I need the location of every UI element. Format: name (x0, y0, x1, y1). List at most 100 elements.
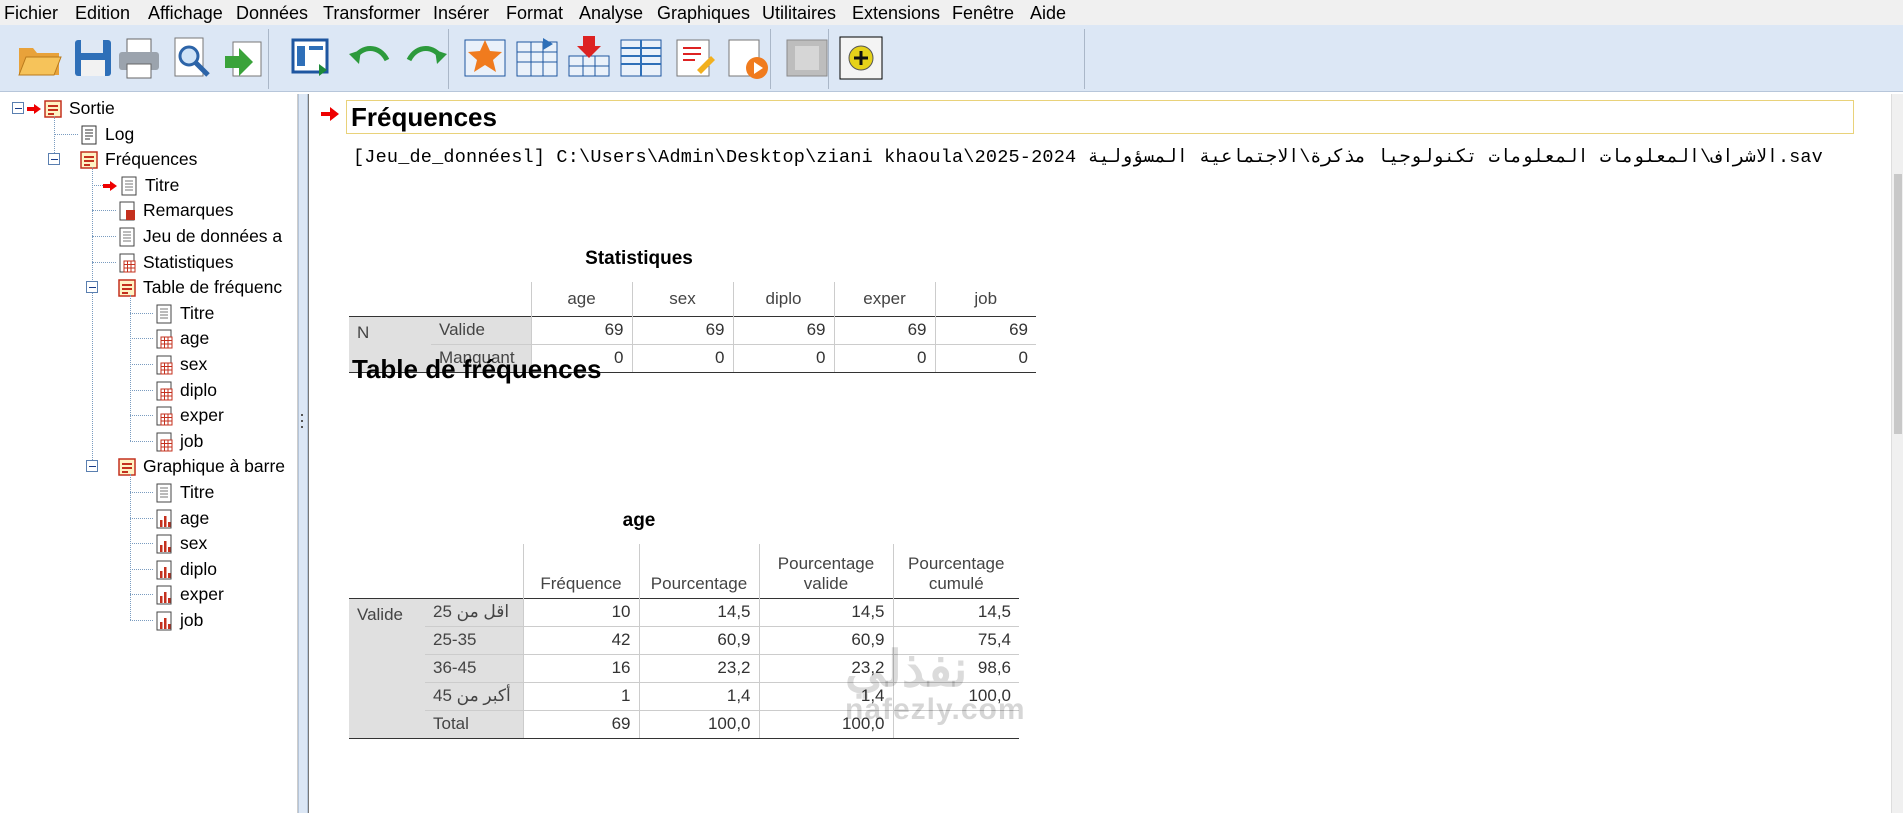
disabled-icon[interactable] (782, 33, 832, 83)
tree-node-titre[interactable]: Titre (118, 173, 179, 198)
tree-label: Titre (180, 482, 215, 502)
age-col-header: Pourcentage (638, 544, 759, 598)
tree-node-graph-sex[interactable]: sex (153, 531, 207, 556)
tree-node-graph-titre[interactable]: Titre (153, 480, 214, 505)
tree-node-statistiques[interactable]: Statistiques (116, 250, 233, 275)
collapse-table-toggle[interactable] (86, 281, 98, 293)
tree-node-table-age[interactable]: age (153, 326, 209, 351)
tree-label: exper (180, 584, 224, 604)
stats-col-header: age (530, 282, 632, 316)
watermark: nafezly.com (845, 693, 1026, 726)
stats-col-header: sex (631, 282, 733, 316)
stats-table-title: Statistiques (585, 248, 693, 269)
menu-fichier[interactable]: Fichier (4, 2, 58, 24)
dataset-path: [Jeu_de_donnéesl] C:\Users\Admin\Desktop… (353, 147, 1823, 168)
menu-donnees[interactable]: Données (236, 2, 308, 24)
menu-format[interactable]: Format (506, 2, 563, 24)
tree-node-table-diplo[interactable]: diplo (153, 378, 217, 403)
collapse-sortie-toggle[interactable] (12, 102, 24, 114)
age-table-title: age (622, 510, 656, 531)
tree-label: Statistiques (143, 252, 234, 272)
menu-graphiques[interactable]: Graphiques (657, 2, 750, 24)
tree-node-graphique[interactable]: Graphique à barre (116, 454, 285, 479)
menu-analyse[interactable]: Analyse (579, 2, 643, 24)
age-row-label: 36-45 (425, 653, 523, 682)
menu-transformer[interactable]: Transformer (323, 2, 420, 24)
tree-label: Graphique à barre (143, 456, 286, 476)
tree-node-table-sex[interactable]: sex (153, 352, 207, 377)
table-cell: 69 (522, 709, 639, 739)
tree-node-frequences[interactable]: Fréquences (78, 147, 197, 172)
table-cell: 69 (631, 315, 733, 344)
print-icon[interactable] (114, 33, 164, 83)
tree-label: Sortie (69, 98, 115, 118)
designate-window-icon[interactable] (670, 33, 720, 83)
age-col-header: Pourcentage cumulé (892, 544, 1019, 598)
tree-node-graph-exper[interactable]: exper (153, 582, 224, 607)
menu-aide[interactable]: Aide (1030, 2, 1066, 24)
age-row-label: أكبر من 45 (425, 681, 523, 710)
collapse-graph-toggle[interactable] (86, 460, 98, 472)
menu-fenetre[interactable]: Fenêtre (952, 2, 1014, 24)
export-icon[interactable] (220, 33, 270, 83)
tree-node-sortie[interactable]: Sortie (42, 96, 115, 121)
table-cell: 10 (522, 597, 639, 626)
menu-inserer[interactable]: Insérer (433, 2, 489, 24)
stats-col-header: diplo (732, 282, 834, 316)
age-row-label: 25-35 (425, 625, 523, 654)
tree-label: Jeu de données a (143, 226, 283, 246)
tree-node-jeu-de-donnees[interactable]: Jeu de données a (116, 224, 282, 249)
table-cell: 42 (522, 625, 639, 654)
add-icon[interactable] (836, 33, 886, 83)
pane-splitter[interactable] (298, 94, 308, 813)
undo-icon[interactable] (346, 33, 396, 83)
table-row: Valide اقل من 25 10 14,5 14,5 14,5 (349, 597, 1019, 739)
menu-affichage[interactable]: Affichage (148, 2, 223, 24)
tree-label: sex (180, 354, 208, 374)
output-title-box[interactable]: Fréquences (346, 100, 1854, 134)
menu-edition[interactable]: Edition (75, 2, 130, 24)
age-group-label: Valide (349, 597, 425, 739)
vertical-scrollbar[interactable] (1891, 94, 1903, 813)
goto-variable-icon[interactable] (512, 33, 562, 83)
tree-label: exper (180, 405, 224, 425)
stats-header-row: age sex diplo exper job (349, 282, 1036, 316)
tree-label: age (180, 508, 210, 528)
table-row: N Valide 69 69 69 69 69 (349, 315, 1036, 373)
stats-row-label: Valide (431, 315, 531, 344)
print-preview-icon[interactable] (166, 33, 216, 83)
selected-arrow-icon (103, 181, 117, 191)
tree-node-graph-age[interactable]: age (153, 506, 209, 531)
run-script-icon[interactable] (722, 33, 772, 83)
menu-bar: Fichier Edition Affichage Données Transforme… (0, 0, 1903, 25)
output-pane: Fréquences [Jeu_de_donnéesl] C:\Users\Ad… (308, 94, 1903, 813)
save-icon[interactable] (68, 33, 118, 83)
tree-node-table-job[interactable]: job (153, 429, 203, 454)
open-folder-icon[interactable] (14, 33, 64, 83)
tree-label: diplo (180, 380, 217, 400)
recall-dialog-icon[interactable] (288, 33, 338, 83)
menu-extensions[interactable]: Extensions (852, 2, 940, 24)
redo-icon[interactable] (400, 33, 450, 83)
age-row-label: اقل من 25 (425, 597, 523, 626)
tree-node-table-titre[interactable]: Titre (153, 301, 214, 326)
table-cell: 16 (522, 653, 639, 682)
age-header-row: Fréquence Pourcentage Pourcentage valide Po… (349, 544, 1019, 598)
tree-label: age (180, 328, 210, 348)
menu-utilitaires[interactable]: Utilitaires (762, 2, 836, 24)
collapse-frequences-toggle[interactable] (48, 153, 60, 165)
insert-cases-icon[interactable] (564, 33, 614, 83)
tree-label: Titre (145, 175, 180, 195)
variables-icon[interactable] (616, 33, 666, 83)
tree-label: job (180, 431, 204, 451)
tree-node-table-frequences[interactable]: Table de fréquenc (116, 275, 282, 300)
tree-node-remarques[interactable]: Remarques (116, 198, 233, 223)
tree-node-graph-diplo[interactable]: diplo (153, 557, 217, 582)
scroll-thumb[interactable] (1894, 174, 1902, 434)
selected-arrow-icon (321, 107, 339, 121)
tree-node-graph-job[interactable]: job (153, 608, 203, 633)
tree-node-log[interactable]: Log (78, 122, 134, 147)
goto-case-icon[interactable] (460, 33, 510, 83)
age-col-header: Fréquence (522, 544, 639, 598)
tree-node-table-exper[interactable]: exper (153, 403, 224, 428)
